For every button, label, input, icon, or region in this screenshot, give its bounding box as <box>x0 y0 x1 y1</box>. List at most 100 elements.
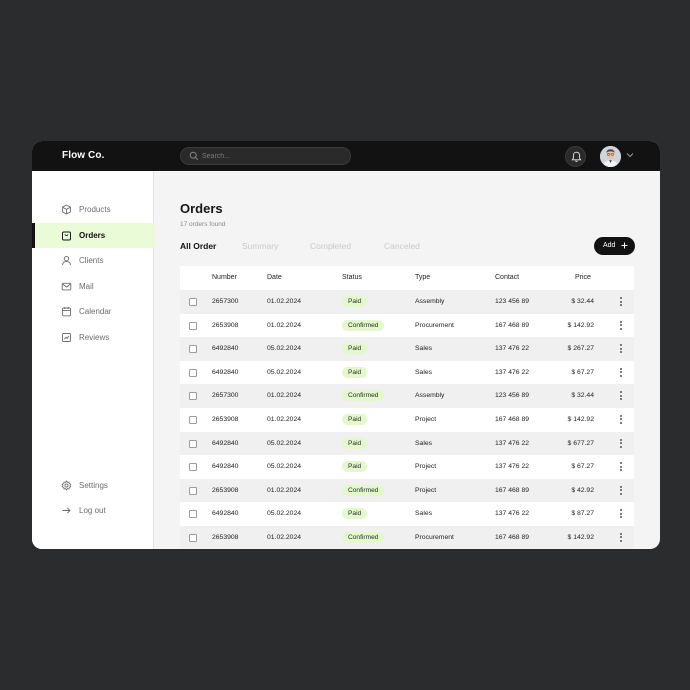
search-box[interactable] <box>180 147 351 165</box>
order-number: 6492840 <box>212 368 239 376</box>
more-options-icon[interactable] <box>620 367 623 378</box>
column-header-number[interactable]: Number <box>212 274 237 281</box>
chevron-down-icon[interactable] <box>626 152 634 158</box>
order-number: 2657300 <box>212 298 239 305</box>
order-price: $ 32.44 <box>571 298 594 305</box>
more-options-icon[interactable] <box>620 320 623 331</box>
sidebar-item-label: Mail <box>79 282 94 291</box>
column-header-date[interactable]: Date <box>267 274 282 281</box>
notifications-button[interactable] <box>565 146 586 167</box>
more-options-icon[interactable] <box>620 344 623 354</box>
plus-icon <box>621 242 628 249</box>
table-row[interactable]: 2653908 01.02.2024 Confirmed Procurement 167… <box>180 525 634 549</box>
column-header-price[interactable]: Price <box>575 274 591 281</box>
table-row[interactable]: 6492840 05.02.2024 Paid Sales 137 476 22 $ 67… <box>180 360 634 385</box>
table-row[interactable]: 6492840 05.02.2024 Paid Sales 137 476 22 $ 87… <box>180 502 634 526</box>
more-options-icon[interactable] <box>620 297 623 307</box>
order-type: Project <box>415 415 437 423</box>
order-price: $ 267.27 <box>567 345 594 353</box>
status-badge: Paid <box>342 296 368 307</box>
sidebar-item-clients[interactable]: Clients <box>32 248 154 273</box>
status-badge: Confirmed <box>342 484 385 496</box>
order-date: 05.02.2024 <box>267 463 302 471</box>
order-date: 01.02.2024 <box>267 298 302 305</box>
user-icon <box>62 255 71 266</box>
cube-icon <box>62 204 71 215</box>
table-row[interactable]: 2657300 01.02.2024 Confirmed Assembly 123 45… <box>180 384 634 408</box>
order-number: 6492840 <box>212 439 239 447</box>
table-row[interactable]: 6492840 05.02.2024 Paid Project 137 476 22 $ … <box>180 455 634 479</box>
order-price: $ 67.27 <box>571 368 594 376</box>
table-row[interactable]: 6492840 05.02.2024 Paid Sales 137 476 22 $ 67… <box>180 431 634 456</box>
top-bar: Flow Co. <box>32 141 660 171</box>
search-input[interactable] <box>202 148 342 164</box>
more-options-icon[interactable] <box>620 462 623 472</box>
row-checkbox[interactable] <box>189 415 197 424</box>
order-type: Procurement <box>415 533 454 541</box>
more-options-icon[interactable] <box>620 414 623 425</box>
order-price: $ 87.27 <box>571 510 594 518</box>
add-button[interactable]: Add <box>594 237 635 255</box>
sidebar-item-orders[interactable]: Orders <box>32 223 154 248</box>
status-badge: Confirmed <box>342 531 385 543</box>
table-body: 2657300 01.02.2024 Paid Assembly 123 456 89 $… <box>180 290 634 549</box>
more-options-icon[interactable] <box>620 485 623 496</box>
order-contact: 137 476 22 <box>495 510 530 518</box>
order-type: Sales <box>415 439 433 447</box>
table-row[interactable]: 2657300 01.02.2024 Paid Assembly 123 456 89 $… <box>180 290 634 314</box>
row-checkbox[interactable] <box>189 392 197 401</box>
brand-logo[interactable]: Flow Co. <box>62 150 104 161</box>
column-header-status[interactable]: Status <box>342 274 362 281</box>
column-header-contact[interactable]: Contact <box>495 274 519 281</box>
sidebar-item-logout[interactable]: Log out <box>32 498 154 523</box>
order-number: 6492840 <box>212 510 239 518</box>
row-checkbox[interactable] <box>189 368 197 377</box>
table-row[interactable]: 2653908 01.02.2024 Confirmed Project 167 468… <box>180 478 634 503</box>
order-contact: 137 476 22 <box>495 368 530 376</box>
tab-summary[interactable]: Summary <box>242 241 278 251</box>
avatar[interactable] <box>600 146 621 167</box>
sidebar: Products Orders Clients Mail Calendar Re… <box>32 171 154 549</box>
sidebar-item-reviews[interactable]: Reviews <box>32 325 154 350</box>
tab-canceled[interactable]: Canceled <box>384 241 420 251</box>
table-row[interactable]: 6492840 05.02.2024 Paid Sales 137 476 22 $ 26… <box>180 337 634 361</box>
sidebar-item-label: Clients <box>79 256 104 265</box>
table-row[interactable]: 2653908 01.02.2024 Confirmed Procurement 167… <box>180 313 634 338</box>
status-badge: Confirmed <box>342 319 385 331</box>
more-options-icon[interactable] <box>620 391 623 401</box>
order-date: 01.02.2024 <box>267 392 302 400</box>
more-options-icon[interactable] <box>620 438 623 449</box>
order-date: 01.02.2024 <box>267 321 302 329</box>
order-contact: 137 476 22 <box>495 345 530 353</box>
tab-all-order[interactable]: All Order <box>180 241 216 251</box>
sidebar-item-label: Settings <box>79 481 108 490</box>
column-header-type[interactable]: Type <box>415 274 430 281</box>
more-options-icon[interactable] <box>620 532 623 543</box>
sidebar-item-label: Orders <box>79 231 106 240</box>
sidebar-item-mail[interactable]: Mail <box>32 274 154 299</box>
row-checkbox[interactable] <box>189 439 197 448</box>
row-checkbox[interactable] <box>189 321 197 330</box>
order-type: Sales <box>415 368 433 376</box>
status-badge: Paid <box>342 461 368 473</box>
order-type: Sales <box>415 345 433 353</box>
order-number: 2653908 <box>212 533 239 541</box>
row-checkbox[interactable] <box>189 510 197 519</box>
row-checkbox[interactable] <box>189 533 197 542</box>
tab-completed[interactable]: Completed <box>310 241 351 251</box>
row-checkbox[interactable] <box>189 463 197 472</box>
order-date: 01.02.2024 <box>267 486 302 494</box>
sidebar-item-products[interactable]: Products <box>32 197 154 222</box>
order-contact: 137 476 22 <box>495 463 530 471</box>
page-title: Orders <box>180 201 223 216</box>
logout-icon <box>62 507 71 514</box>
more-options-icon[interactable] <box>620 509 623 519</box>
sidebar-item-settings[interactable]: Settings <box>32 473 154 498</box>
row-checkbox[interactable] <box>189 298 197 306</box>
order-contact: 123 456 89 <box>495 298 530 305</box>
row-checkbox[interactable] <box>189 486 197 495</box>
sidebar-item-calendar[interactable]: Calendar <box>32 299 154 324</box>
table-row[interactable]: 2653908 01.02.2024 Paid Project 167 468 89 $ … <box>180 407 634 432</box>
row-checkbox[interactable] <box>189 345 197 354</box>
sidebar-item-label: Calendar <box>79 307 112 316</box>
